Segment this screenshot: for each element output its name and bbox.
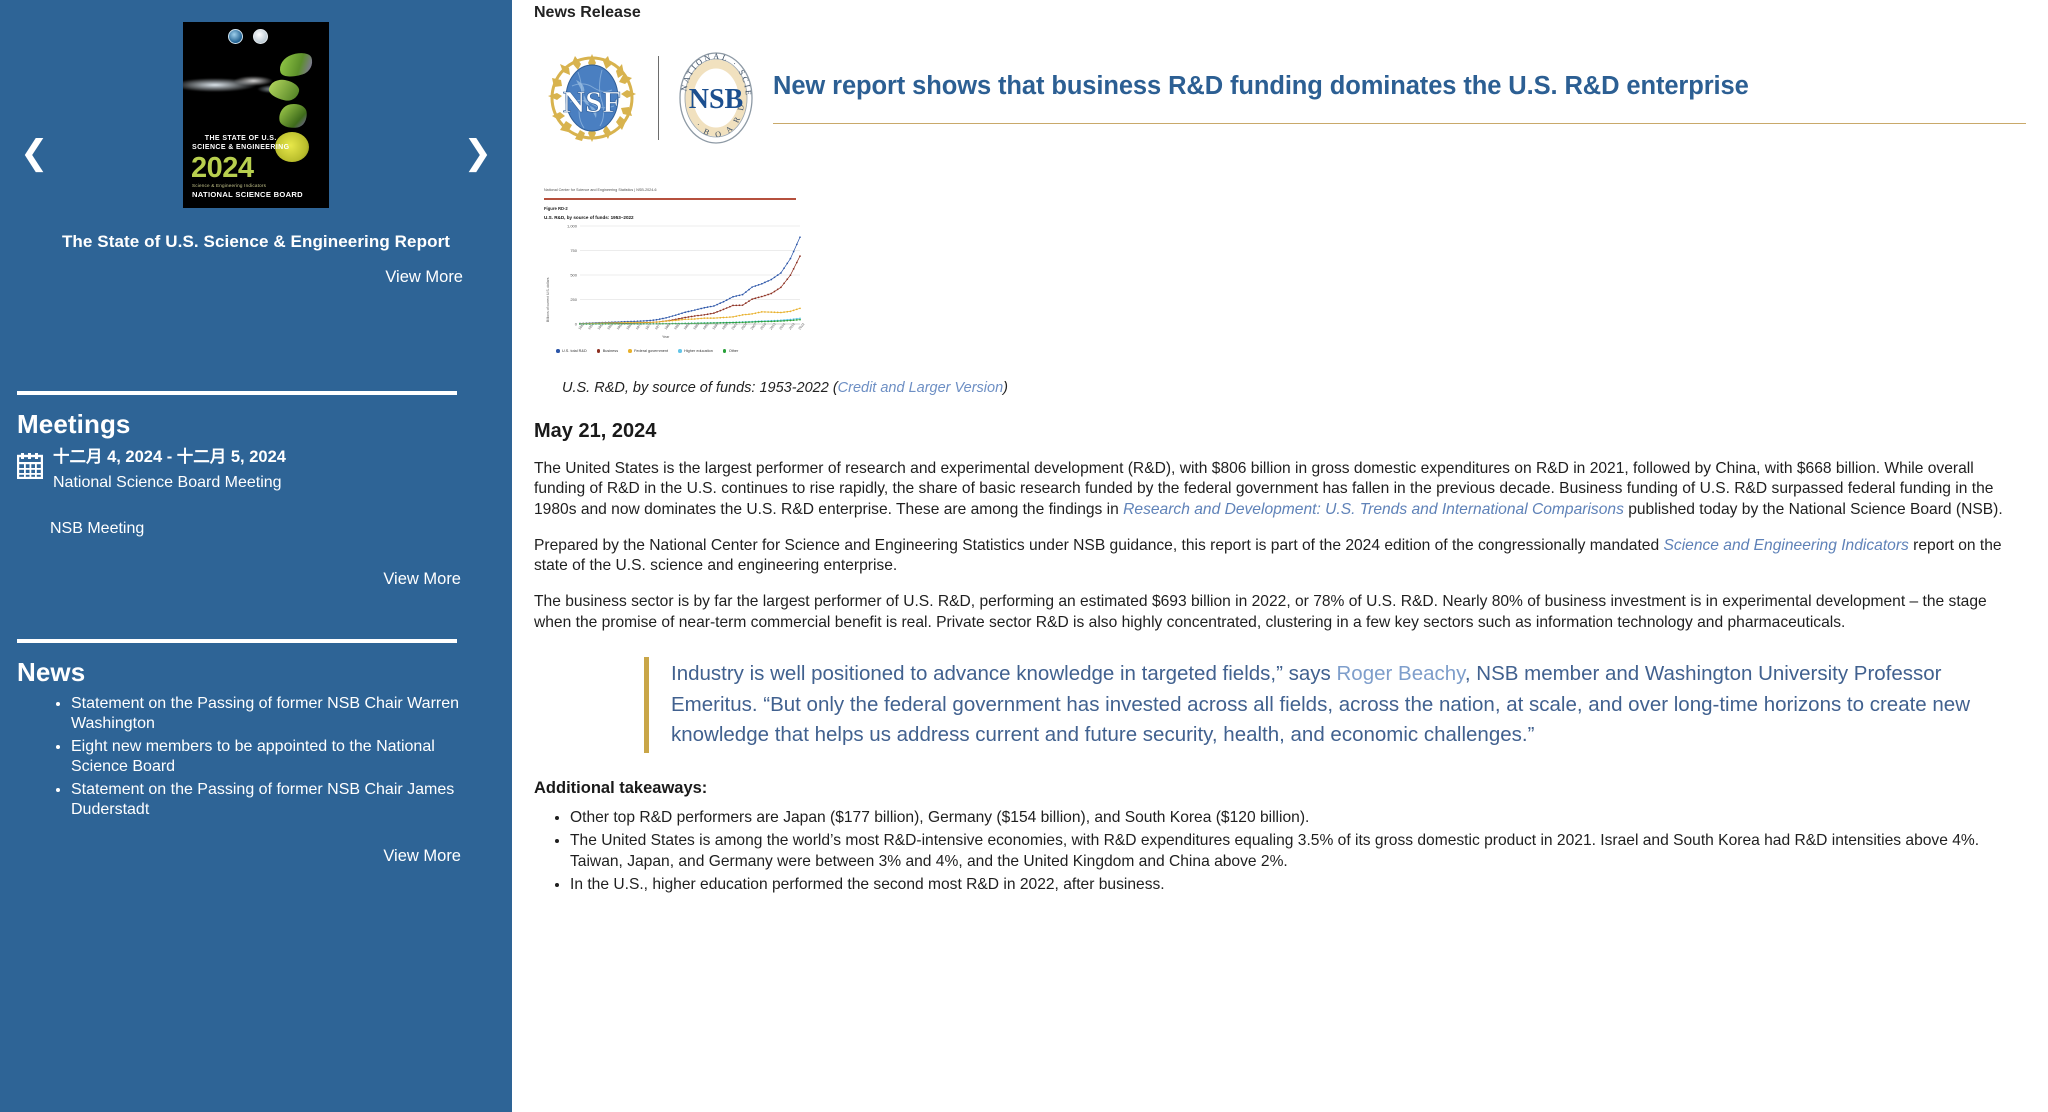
list-item: In the U.S., higher education performed … — [570, 875, 2026, 895]
svg-text:1977: 1977 — [654, 322, 662, 330]
legend-item: Business — [597, 349, 618, 353]
cover-year: 2024 — [191, 154, 254, 183]
article-figure: National Center for Science and Engineer… — [534, 182, 2026, 396]
article-header: NSF NATIONAL · SCIENCE — [534, 50, 2026, 146]
svg-text:2016: 2016 — [779, 322, 787, 330]
carousel-next-icon[interactable]: ❯ — [464, 136, 493, 170]
news-list: Statement on the Passing of former NSB C… — [17, 694, 495, 821]
cover-leaf-3 — [277, 102, 308, 130]
quote-text-part1: Industry is well positioned to advance k… — [671, 662, 1336, 685]
meetings-divider — [17, 391, 457, 395]
page-root: ❮ ❯ THE STATE OF U.S. SCIENCE & ENGINEER… — [0, 0, 2048, 1112]
news-spacer — [17, 823, 495, 831]
svg-text:1971: 1971 — [635, 322, 643, 330]
list-item[interactable]: Statement on the Passing of former NSB C… — [71, 780, 495, 821]
chart-plot-area: 02505007501,0001953195619591962196519681… — [534, 182, 810, 370]
meeting-text-block: 十二月 4, 2024 - 十二月 5, 2024 National Scien… — [53, 446, 495, 495]
legend-item: U.S. total R&D — [556, 349, 587, 353]
svg-text:2007: 2007 — [750, 322, 758, 330]
figure-credit-link[interactable]: Credit and Larger Version — [838, 380, 1004, 396]
svg-text:NSB: NSB — [689, 84, 743, 115]
logo-separator — [658, 56, 659, 140]
quote-person-link[interactable]: Roger Beachy — [1336, 662, 1464, 685]
legend-item: Other — [723, 349, 739, 353]
news-divider — [17, 639, 457, 643]
list-item: Other top R&D performers are Japan ($177… — [570, 808, 2026, 828]
legend-item: Higher education — [678, 349, 713, 353]
article-paragraph-1: The United States is the largest perform… — [534, 459, 2026, 520]
article-date: May 21, 2024 — [534, 420, 2026, 443]
article-paragraph-2: Prepared by the National Center for Scie… — [534, 536, 2026, 577]
paragraph-text: The business sector is by far the larges… — [534, 593, 1987, 630]
nsf-logo-icon: NSF — [544, 50, 640, 146]
headline-wrap: New report shows that business R&D fundi… — [755, 72, 2026, 124]
report-link-rd[interactable]: Research and Development: U.S. Trends an… — [1123, 501, 1624, 518]
carousel-view-more-link[interactable]: View More — [0, 268, 512, 287]
cover-title-line: THE STATE OF U.S. SCIENCE & ENGINEERING — [192, 134, 289, 153]
article-paragraph-3: The business sector is by far the larges… — [534, 592, 2026, 633]
list-item[interactable]: Eight new members to be appointed to the… — [71, 737, 495, 778]
cover-title-line1: THE STATE OF U.S. — [192, 134, 289, 143]
news-view-more-link[interactable]: View More — [17, 847, 495, 866]
nsb-seal-icon — [253, 29, 268, 44]
agency-logos: NSF NATIONAL · SCIENCE — [534, 50, 755, 146]
svg-text:2013: 2013 — [769, 322, 777, 330]
svg-text:2010: 2010 — [759, 322, 767, 330]
sidebar-spacer-2 — [0, 589, 512, 639]
takeaways-title: Additional takeaways: — [534, 779, 2026, 798]
svg-text:2022: 2022 — [798, 322, 806, 330]
news-section: News Statement on the Passing of former … — [0, 657, 512, 866]
news-release-label: News Release — [534, 0, 2026, 22]
svg-text:1,000: 1,000 — [567, 223, 578, 228]
sidebar: ❮ ❯ THE STATE OF U.S. SCIENCE & ENGINEER… — [0, 0, 512, 1112]
list-item: The United States is among the world’s m… — [570, 831, 2026, 872]
list-item[interactable]: Statement on the Passing of former NSB C… — [71, 694, 495, 735]
report-carousel: ❮ ❯ THE STATE OF U.S. SCIENCE & ENGINEER… — [0, 0, 512, 287]
headline-rule — [773, 123, 2026, 124]
takeaways-list: Other top R&D performers are Japan ($177… — [534, 808, 2026, 895]
chart-thumbnail[interactable]: National Center for Science and Engineer… — [534, 182, 810, 370]
chart-xlabel: Year — [662, 335, 669, 339]
main-content: News Release — [512, 0, 2048, 1112]
svg-text:250: 250 — [570, 297, 577, 302]
legend-item: Federal government — [628, 349, 668, 353]
svg-text:2019: 2019 — [788, 322, 796, 330]
meeting-name[interactable]: National Science Board Meeting — [53, 471, 495, 495]
nsf-seal-icon — [228, 29, 243, 44]
meeting-date-range: 十二月 4, 2024 - 十二月 5, 2024 — [53, 446, 495, 470]
svg-text:2004: 2004 — [740, 322, 748, 330]
svg-text:1974: 1974 — [645, 322, 653, 330]
cover-subtitle: Science & Engineering Indicators — [192, 183, 266, 188]
svg-text:500: 500 — [570, 272, 577, 277]
svg-text:2001: 2001 — [731, 322, 739, 330]
svg-text:750: 750 — [570, 248, 577, 253]
svg-text:NSF: NSF — [563, 84, 622, 119]
meetings-title: Meetings — [17, 409, 495, 440]
carousel-prev-icon[interactable]: ❮ — [20, 136, 49, 170]
svg-text:1998: 1998 — [721, 322, 729, 330]
figure-caption-text: U.S. R&D, by source of funds: 1953-2022 … — [562, 380, 838, 396]
report-cover-image[interactable]: THE STATE OF U.S. SCIENCE & ENGINEERING … — [183, 22, 329, 208]
cover-org: NATIONAL SCIENCE BOARD — [192, 190, 303, 199]
meetings-view-more-link[interactable]: View More — [17, 570, 495, 589]
pull-quote: Industry is well positioned to advance k… — [644, 657, 2026, 753]
carousel-caption: The State of U.S. Science & Engineering … — [0, 232, 512, 252]
news-title: News — [17, 657, 495, 688]
paragraph-text: published today by the National Science … — [1624, 501, 2003, 518]
meeting-item[interactable]: 十二月 4, 2024 - 十二月 5, 2024 National Scien… — [17, 446, 495, 495]
sidebar-spacer-1 — [0, 287, 512, 391]
nsb-logo-icon: NATIONAL · SCIENCE · B O A R D · NSB — [677, 50, 755, 146]
figure-caption-close: ) — [1003, 380, 1008, 396]
meetings-section: Meetings — [0, 409, 512, 589]
page-title: New report shows that business R&D fundi… — [773, 72, 2026, 101]
calendar-icon — [17, 452, 43, 479]
meeting-type: NSB Meeting — [50, 520, 495, 538]
svg-text:0: 0 — [575, 321, 578, 326]
figure-caption: U.S. R&D, by source of funds: 1953-2022 … — [534, 380, 2026, 396]
paragraph-text: Prepared by the National Center for Scie… — [534, 537, 1664, 554]
chart-legend: U.S. total R&D Business Federal governme… — [556, 349, 738, 353]
meetings-spacer — [17, 538, 495, 554]
report-link-indicators[interactable]: Science and Engineering Indicators — [1664, 537, 1909, 554]
